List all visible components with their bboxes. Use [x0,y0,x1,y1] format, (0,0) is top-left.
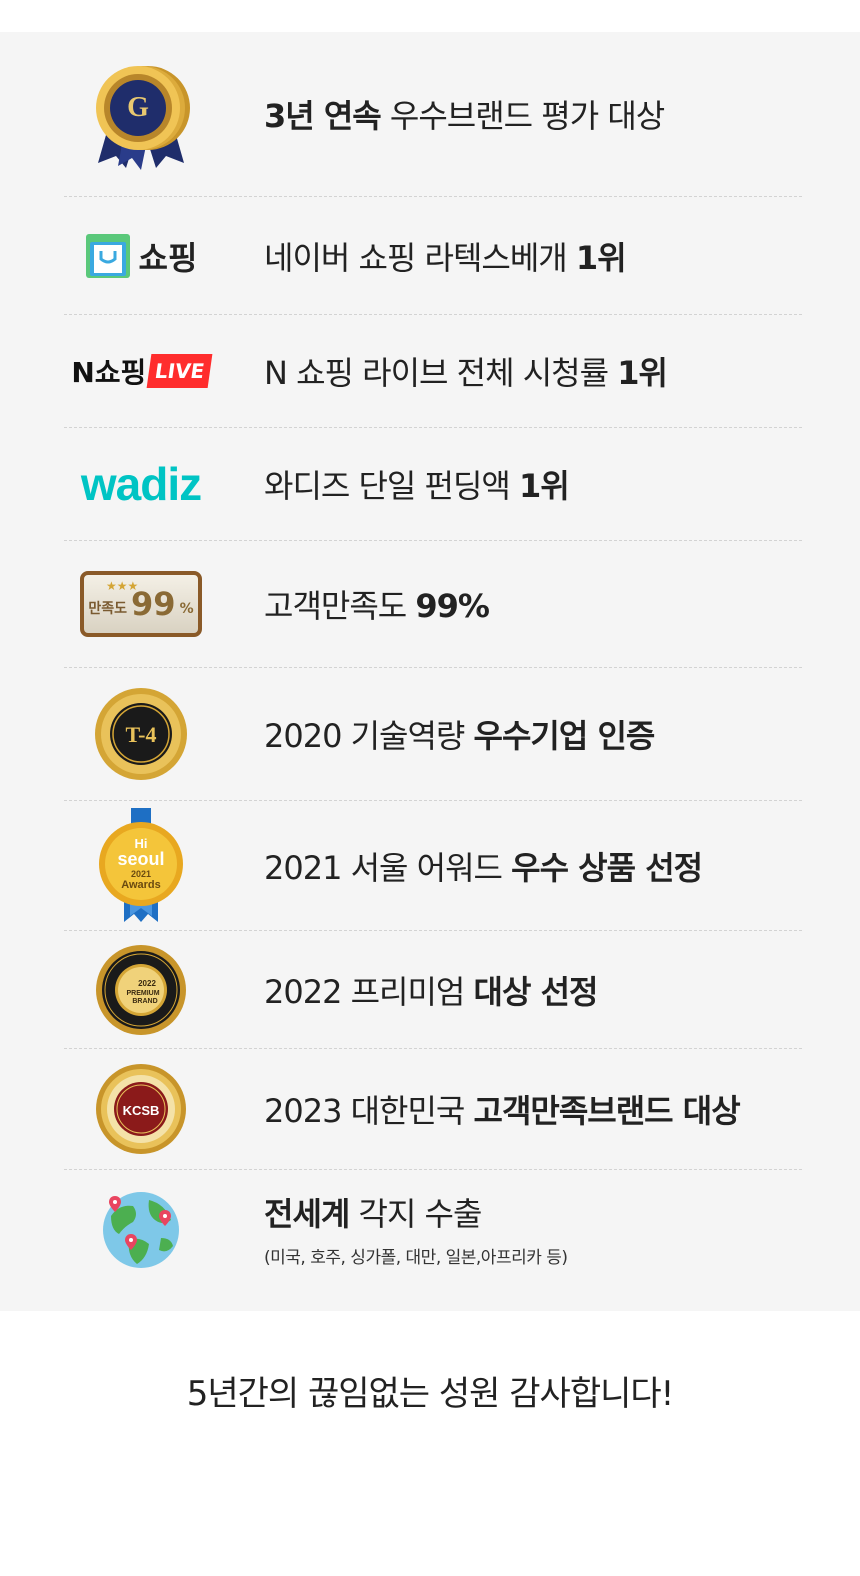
award-bold-text: 우수 상품 선정 [511,848,703,887]
award-bold-text: 99% [415,587,490,625]
award-plain-text: N 쇼핑 라이브 전체 시청률 [264,354,618,392]
hi-seoul-awards-medal-icon: Hi seoul 2021 Awards [64,801,218,930]
award-row: 쇼핑 네이버 쇼핑 라텍스베개 1위 [64,197,802,315]
icon-label: BRAND [132,998,157,1005]
award-plain-text: 네이버 쇼핑 라텍스베개 [264,238,576,277]
globe-icon [64,1170,218,1286]
award-text: 고객만족도 99% [264,541,802,667]
award-bold-text: 전세계 [264,1194,350,1233]
premium-brand-2022-seal-icon: 2022 PREMIUM BRAND [64,931,218,1048]
wadiz-logo-icon: wadiz [64,428,218,540]
award-bold-text: 고객만족브랜드 대상 [473,1092,741,1130]
thank-you-message: 5년간의 끊임없는 성원 감사합니다! [186,1374,675,1414]
award-row: KCSB 2023 대한민국 고객만족브랜드 대상 [64,1049,802,1170]
icon-label: 2021 [131,869,151,879]
award-text: 3년 연속 우수브랜드 평가 대상 [264,32,802,196]
icon-label: seoul [117,849,164,869]
award-row: N쇼핑 LIVE N 쇼핑 라이브 전체 시청률 1위 [64,315,802,428]
award-plain-text: 2021 서울 어워드 [264,848,512,887]
award-row: wadiz 와디즈 단일 펀딩액 1위 [64,428,802,541]
award-bold-text: 1위 [575,238,627,277]
award-bold-text: 1위 [617,354,668,392]
award-plain-text: 2020 기술역량 [264,717,474,755]
kcsb-seal-icon: KCSB [64,1049,218,1169]
icon-label: wadiz [80,458,202,510]
award-plain-text: 각지 수출 [349,1194,483,1233]
award-text: 2021 서울 어워드 우수 상품 선정 [264,801,802,930]
ksba-award-medal-icon: G [64,32,218,196]
n-shopping-live-logo-icon: N쇼핑 LIVE [64,315,218,427]
icon-label: 쇼핑 [138,238,198,277]
icon-label: KCSB [123,1103,160,1118]
award-plain-text: 2023 대한민국 [264,1092,474,1130]
icon-label: 2022 [138,979,156,988]
award-row: G 3년 연속 우수브랜드 평가 대상 [64,32,802,197]
award-text: 네이버 쇼핑 라텍스베개 1위 [264,197,802,314]
award-plain-text: 와디즈 단일 펀딩액 [264,467,520,505]
live-badge: LIVE [146,354,214,388]
icon-unit: % [179,601,194,617]
icon-label: N쇼핑 [71,356,147,389]
t4-gold-seal-icon: T-4 [64,668,218,800]
award-text: N 쇼핑 라이브 전체 시청률 1위 [264,315,802,427]
award-bold-text: 1위 [519,467,570,505]
award-text: 2020 기술역량 우수기업 인증 [264,668,802,800]
svg-text:G: G [127,92,149,123]
award-row: 전세계 각지 수출 (미국, 호주, 싱가폴, 대만, 일본,아프리카 등) [64,1170,802,1286]
icon-label: Awards [121,879,161,891]
award-row: Hi seoul 2021 Awards 2021 서울 어워드 우수 상품 선… [64,801,802,931]
award-bold-text: 우수기업 인증 [473,717,656,755]
award-plain-text: 고객만족도 [264,587,416,625]
award-row: T-4 2020 기술역량 우수기업 인증 [64,668,802,801]
satisfaction-99-badge-icon: ★★★ 만족도 99 % [64,541,218,667]
award-text: 와디즈 단일 펀딩액 1위 [264,428,802,540]
naver-shopping-logo-icon: 쇼핑 [64,197,218,314]
award-text: 전세계 각지 수출 (미국, 호주, 싱가폴, 대만, 일본,아프리카 등) [264,1170,802,1286]
award-text: 2023 대한민국 고객만족브랜드 대상 [264,1049,802,1169]
award-plain-text: 우수브랜드 평가 대상 [380,97,665,135]
award-row: 2022 PREMIUM BRAND 2022 프리미엄 대상 선정 [64,931,802,1049]
icon-label: PREMIUM [126,990,159,997]
award-note: (미국, 호주, 싱가폴, 대만, 일본,아프리카 등) [264,1247,568,1268]
award-text: 2022 프리미엄 대상 선정 [264,931,802,1048]
award-bold-text: 3년 연속 [264,97,382,135]
award-plain-text: 2022 프리미엄 [264,972,474,1011]
award-row: ★★★ 만족도 99 % 고객만족도 99% [64,541,802,668]
icon-label: T-4 [126,722,157,747]
award-bold-text: 대상 선정 [473,972,599,1011]
icon-label: 만족도 [88,601,128,617]
awards-panel: G 3년 연속 우수브랜드 평가 대상 쇼핑 네이버 쇼핑 라텍스베개 1위 N… [0,32,860,1311]
